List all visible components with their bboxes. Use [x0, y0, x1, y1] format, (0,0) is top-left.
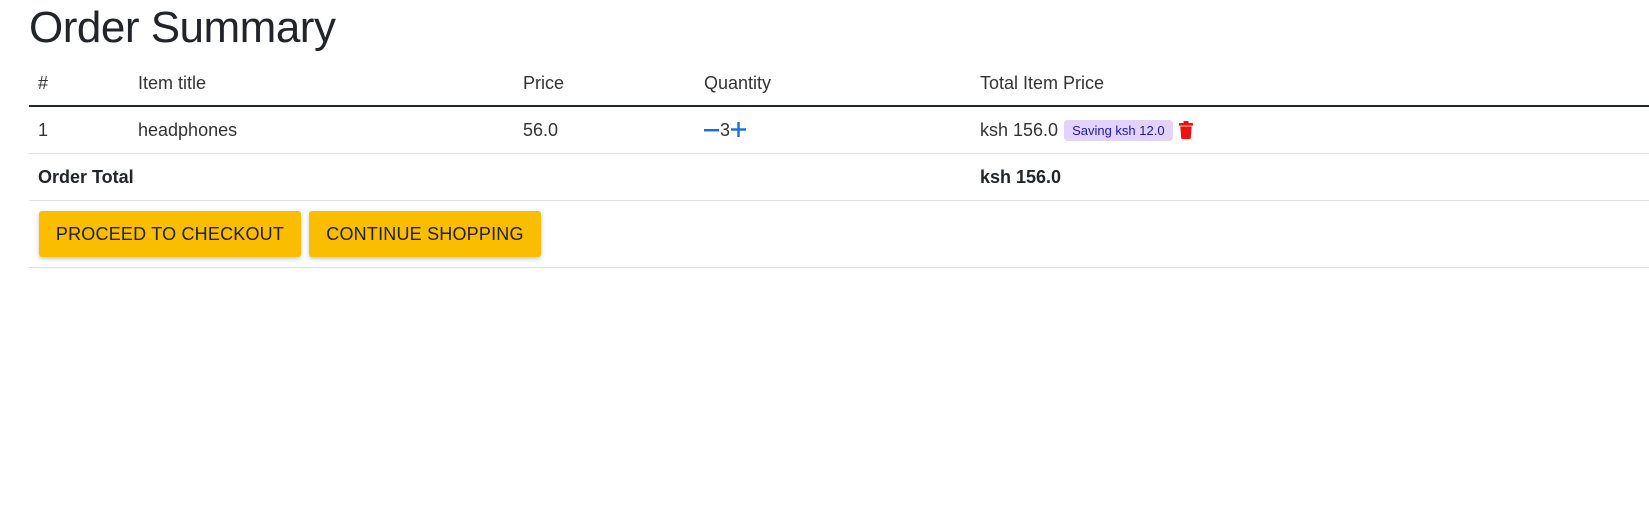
continue-shopping-button[interactable]: CONTINUE SHOPPING [309, 211, 541, 257]
plus-icon[interactable] [731, 119, 747, 141]
actions-row: PROCEED TO CHECKOUT CONTINUE SHOPPING [29, 201, 1649, 268]
table-header-row: # Item title Price Quantity Total Item P… [29, 62, 1649, 107]
header-total-item-price: Total Item Price [980, 73, 1105, 93]
header-index: # [38, 73, 49, 93]
item-index: 1 [38, 119, 49, 140]
item-price: 56.0 [523, 119, 559, 140]
page-title: Order Summary [29, 3, 336, 52]
quantity-value: 3 [720, 119, 731, 140]
order-summary-page: Order Summary # Item title Price Quantit… [0, 0, 1649, 509]
order-total-label: Order Total [38, 166, 134, 187]
saving-badge: Saving ksh 12.0 [1064, 119, 1173, 141]
minus-icon[interactable] [704, 119, 719, 141]
quantity-stepper: 3 [704, 107, 747, 153]
order-total-value: ksh 156.0 [980, 166, 1062, 187]
item-total-cell: ksh 156.0 Saving ksh 12.0 [980, 107, 1193, 153]
item-total-price: ksh 156.0 [980, 119, 1059, 140]
item-title: headphones [138, 119, 238, 140]
header-price: Price [523, 73, 565, 93]
proceed-to-checkout-button[interactable]: PROCEED TO CHECKOUT [39, 211, 301, 257]
table-row: 1 headphones 56.0 3 ksh 156.0 Saving ksh… [29, 107, 1649, 154]
header-item-title: Item title [138, 73, 207, 93]
order-table: # Item title Price Quantity Total Item P… [29, 62, 1649, 268]
trash-icon[interactable] [1178, 121, 1193, 139]
header-quantity: Quantity [704, 73, 772, 93]
order-total-row: Order Total ksh 156.0 [29, 154, 1649, 201]
